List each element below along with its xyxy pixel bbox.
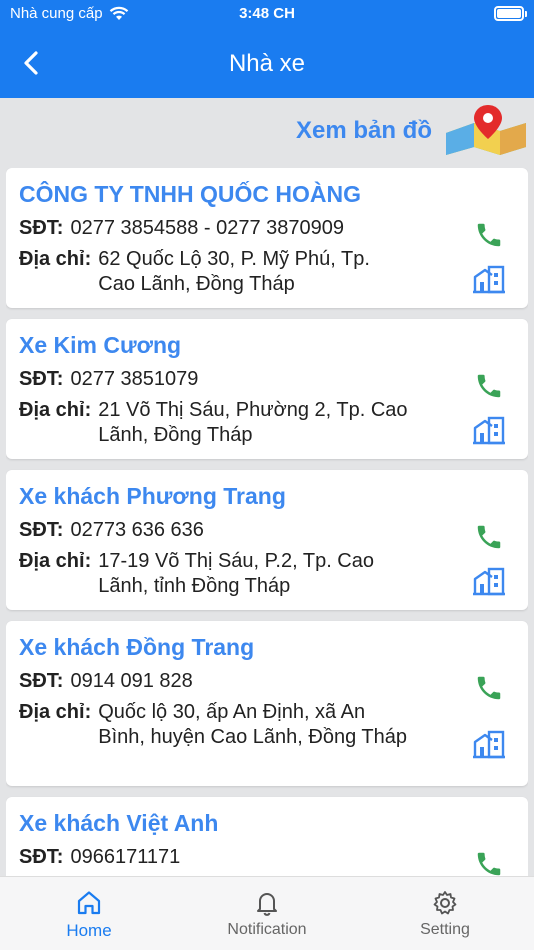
company-name: Xe khách Việt Anh [19,810,219,836]
company-list[interactable]: CÔNG TY TNHH QUỐC HOÀNG SĐT: 0277 385458… [6,168,528,876]
building-icon[interactable] [472,415,506,445]
phone-row: SĐT: 0277 3851079 [19,367,409,392]
status-bar: Nhà cung cấp 3:48 CH [0,0,534,30]
phone-label: SĐT: [19,217,64,239]
address-row: Địa chỉ: 21 Võ Thị Sáu, Phường 2, Tp. Ca… [19,398,409,448]
address-row: Địa chỉ: Quốc lộ 30, ấp An Định, xã An B… [19,700,409,750]
phone-row: SĐT: 0277 3854588 - 0277 3870909 [19,216,409,241]
building-icon[interactable] [472,566,506,596]
company-name: CÔNG TY TNHH QUỐC HOÀNG [19,181,362,207]
phone-label: SĐT: [19,846,64,868]
address-label: Địa chỉ: [19,550,92,572]
phone-row: SĐT: 0914 091 828 [19,669,409,694]
tab-setting[interactable]: Setting [356,877,534,950]
status-time: 3:48 CH [239,5,295,22]
address-row: Địa chỉ: 17-19 Võ Thị Sáu, P.2, Tp. Cao … [19,549,409,599]
nav-bar: Nhà xe [0,38,534,88]
tab-label: Home [66,921,112,940]
phone-row: SĐT: 0966171171 [19,845,409,870]
phone-icon[interactable] [474,849,504,876]
phone-icon[interactable] [474,673,504,703]
phone-value: 0277 3851079 [70,368,199,390]
company-card[interactable]: Xe khách Đồng Trang SĐT: 0914 091 828 Đị… [6,621,528,786]
address-label: Địa chỉ: [19,701,92,723]
phone-label: SĐT: [19,519,64,541]
phone-value: 0966171171 [70,846,181,868]
address-value: 17-19 Võ Thị Sáu, P.2, Tp. Cao Lãnh, tỉn… [98,550,374,597]
phone-icon[interactable] [474,220,504,250]
phone-row: SĐT: 02773 636 636 [19,518,409,543]
phone-label: SĐT: [19,670,64,692]
phone-value: 02773 636 636 [70,519,204,541]
tab-bar: Home Notification Setting [0,876,534,950]
building-icon[interactable] [472,729,506,759]
address-label: Địa chỉ: [19,399,92,421]
phone-value: 0914 091 828 [70,670,193,692]
address-value: Quốc lộ 30, ấp An Định, xã An Bình, huyệ… [98,701,407,748]
company-card[interactable]: Xe khách Việt Anh SĐT: 0966171171 [6,797,528,876]
gear-icon [433,891,457,915]
company-name: Xe khách Phương Trang [19,483,286,509]
company-card[interactable]: CÔNG TY TNHH QUỐC HOÀNG SĐT: 0277 385458… [6,168,528,308]
phone-icon[interactable] [474,522,504,552]
company-card[interactable]: Xe Kim Cương SĐT: 0277 3851079 Địa chỉ: … [6,319,528,459]
tab-label: Notification [227,921,307,938]
company-card[interactable]: Xe khách Phương Trang SĐT: 02773 636 636… [6,470,528,610]
tab-label: Setting [420,921,470,938]
tab-home[interactable]: Home [0,877,178,950]
address-label: Địa chỉ: [19,248,92,270]
bell-icon [257,893,277,916]
view-map-link[interactable]: Xem bản đồ [296,100,528,162]
phone-value: 0277 3854588 - 0277 3870909 [70,217,345,239]
map-pin-icon [446,105,526,155]
page-title: Nhà xe [228,50,306,77]
app-header: Nhà cung cấp 3:48 CH Nhà xe [0,0,534,98]
tab-notification[interactable]: Notification [178,877,356,950]
home-icon [77,891,101,915]
company-name: Xe khách Đồng Trang [19,634,255,660]
address-row: Địa chỉ: 62 Quốc Lộ 30, P. Mỹ Phú, Tp. C… [19,247,409,297]
phone-icon[interactable] [474,371,504,401]
company-name: Xe Kim Cương [19,332,182,358]
address-value: 62 Quốc Lộ 30, P. Mỹ Phú, Tp. Cao Lãnh, … [98,248,370,295]
building-icon[interactable] [472,264,506,294]
address-value: 21 Võ Thị Sáu, Phường 2, Tp. Cao Lãnh, Đ… [98,399,408,446]
view-map-label: Xem bản đồ [295,117,432,144]
battery-icon [494,6,527,21]
phone-label: SĐT: [19,368,64,390]
